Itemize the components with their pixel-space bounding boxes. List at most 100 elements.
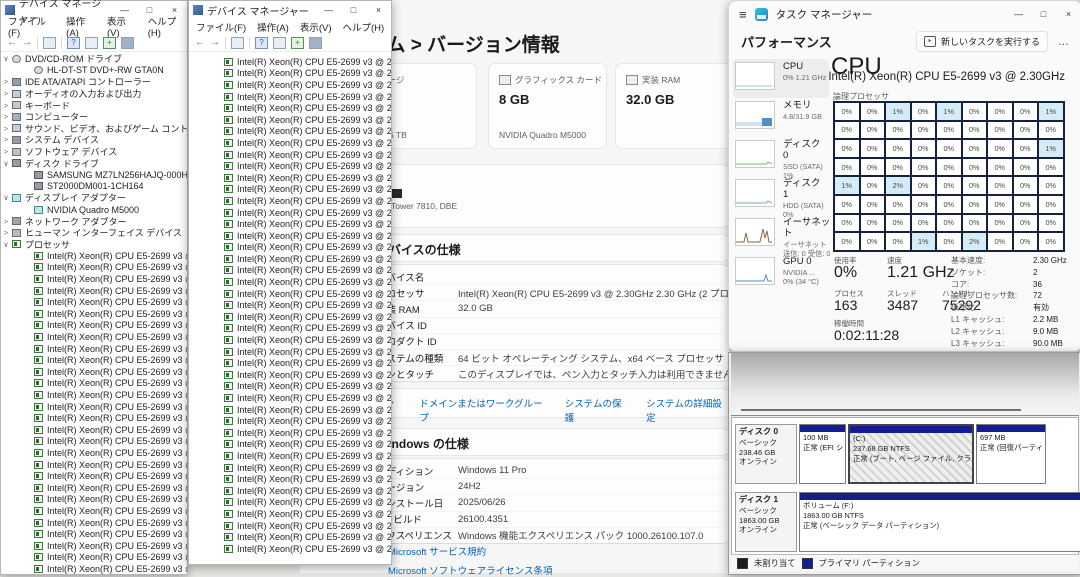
tree-item[interactable]: ∨ ディスク ドライブ bbox=[1, 157, 187, 169]
tree-item[interactable]: Intel(R) Xeon(R) CPU E5-2699 v3 @ 2.30GH… bbox=[1, 436, 187, 448]
tree-item[interactable]: SAMSUNG MZ7LN256HAJQ-000H1 bbox=[1, 169, 187, 181]
tree-item[interactable]: Intel(R) Xeon(R) CPU E5-2699 v3 @ 2.30GH… bbox=[189, 288, 391, 300]
tree-item[interactable]: Intel(R) Xeon(R) CPU E5-2699 v3 @ 2.30GH… bbox=[189, 172, 391, 184]
expand-icon[interactable]: > bbox=[1, 135, 11, 144]
tree-item[interactable]: > ネットワーク アダプター bbox=[1, 215, 187, 227]
tree-item[interactable]: Intel(R) Xeon(R) CPU E5-2699 v3 @ 2.30GH… bbox=[1, 482, 187, 494]
tree-item[interactable]: Intel(R) Xeon(R) CPU E5-2699 v3 @ 2.30GH… bbox=[189, 126, 391, 138]
tree-item[interactable]: Intel(R) Xeon(R) CPU E5-2699 v3 @ 2.30GH… bbox=[189, 334, 391, 346]
tree-item[interactable]: Intel(R) Xeon(R) CPU E5-2699 v3 @ 2.30GH… bbox=[189, 242, 391, 254]
tree-item[interactable]: Intel(R) Xeon(R) CPU E5-2699 v3 @ 2.30GH… bbox=[189, 160, 391, 172]
tree-item[interactable]: Intel(R) Xeon(R) CPU E5-2699 v3 @ 2.30GH… bbox=[189, 392, 391, 404]
tree-item[interactable]: Intel(R) Xeon(R) CPU E5-2699 v3 @ 2.30GH… bbox=[189, 218, 391, 230]
forward-icon[interactable]: → bbox=[210, 37, 220, 48]
tree-item[interactable]: Intel(R) Xeon(R) CPU E5-2699 v3 @ 2.30GH… bbox=[189, 497, 391, 509]
spec-card[interactable]: グラフィックス カード 8 GB NVIDIA Quadro M5000 bbox=[488, 63, 607, 149]
tree-item[interactable]: Intel(R) Xeon(R) CPU E5-2699 v3 @ 2.30GH… bbox=[1, 320, 187, 332]
tree-item[interactable]: Intel(R) Xeon(R) CPU E5-2699 v3 @ 2.30GH… bbox=[1, 250, 187, 262]
expand-icon[interactable]: > bbox=[1, 112, 11, 121]
footer-link[interactable]: Microsoft ソフトウェアライセンス条項 bbox=[388, 563, 552, 577]
tree-item[interactable]: Intel(R) Xeon(R) CPU E5-2699 v3 @ 2.30GH… bbox=[189, 68, 391, 80]
computer-icon[interactable] bbox=[309, 36, 322, 49]
minimize-button[interactable]: — bbox=[1006, 6, 1031, 23]
tree-item[interactable]: Intel(R) Xeon(R) CPU E5-2699 v3 @ 2.30GH… bbox=[189, 404, 391, 416]
tree-item[interactable]: Intel(R) Xeon(R) CPU E5-2699 v3 @ 2.30GH… bbox=[1, 378, 187, 390]
collapse-icon[interactable]: ∨ bbox=[1, 54, 11, 63]
menu-item[interactable]: ヘルプ(H) bbox=[148, 14, 187, 39]
tree-item[interactable]: Intel(R) Xeon(R) CPU E5-2699 v3 @ 2.30GH… bbox=[1, 331, 187, 343]
expand-icon[interactable]: > bbox=[1, 124, 11, 133]
tree-item[interactable]: Intel(R) Xeon(R) CPU E5-2699 v3 @ 2.30GH… bbox=[1, 494, 187, 506]
tree-item[interactable]: Intel(R) Xeon(R) CPU E5-2699 v3 @ 2.30GH… bbox=[1, 285, 187, 297]
tree-item[interactable]: Intel(R) Xeon(R) CPU E5-2699 v3 @ 2.30GH… bbox=[1, 401, 187, 413]
help-icon[interactable]: ? bbox=[255, 36, 268, 49]
minimize-button[interactable]: — bbox=[316, 2, 341, 19]
tree-item[interactable]: NVIDIA Quadro M5000 bbox=[1, 204, 187, 216]
more-options-button[interactable]: … bbox=[1058, 36, 1069, 48]
tree-item[interactable]: Intel(R) Xeon(R) CPU E5-2699 v3 @ 2.30GH… bbox=[189, 184, 391, 196]
tree-item[interactable]: Intel(R) Xeon(R) CPU E5-2699 v3 @ 2.30GH… bbox=[189, 462, 391, 474]
tree-item[interactable]: Intel(R) Xeon(R) CPU E5-2699 v3 @ 2.30GH… bbox=[189, 346, 391, 358]
tree-item[interactable]: Intel(R) Xeon(R) CPU E5-2699 v3 @ 2.30GH… bbox=[1, 389, 187, 401]
back-icon[interactable]: ← bbox=[7, 37, 17, 48]
tree-item[interactable]: Intel(R) Xeon(R) CPU E5-2699 v3 @ 2.30GH… bbox=[1, 354, 187, 366]
expand-icon[interactable]: > bbox=[1, 217, 11, 226]
related-link[interactable]: システムの保護 bbox=[565, 396, 629, 424]
tree-item[interactable]: > IDE ATA/ATAPI コントローラー bbox=[1, 76, 187, 88]
tree-item[interactable]: > オーディオの入力および出力 bbox=[1, 88, 187, 100]
tree-item[interactable]: Intel(R) Xeon(R) CPU E5-2699 v3 @ 2.30GH… bbox=[189, 137, 391, 149]
sidebar-item-ディスク1[interactable]: ディスク 1 HDD (SATA) 0% bbox=[733, 176, 829, 219]
tree-item[interactable]: Intel(R) Xeon(R) CPU E5-2699 v3 @ 2.30GH… bbox=[189, 195, 391, 207]
tree-item[interactable]: Intel(R) Xeon(R) CPU E5-2699 v3 @ 2.30GH… bbox=[189, 253, 391, 265]
tree-item[interactable]: Intel(R) Xeon(R) CPU E5-2699 v3 @ 2.30GH… bbox=[189, 149, 391, 161]
tree-item[interactable]: Intel(R) Xeon(R) CPU E5-2699 v3 @ 2.30GH… bbox=[189, 56, 391, 68]
tree-item[interactable]: Intel(R) Xeon(R) CPU E5-2699 v3 @ 2.30GH… bbox=[189, 323, 391, 335]
menu-item[interactable]: ファイル(F) bbox=[8, 14, 55, 39]
tree-item[interactable]: Intel(R) Xeon(R) CPU E5-2699 v3 @ 2.30GH… bbox=[189, 508, 391, 520]
tree-item[interactable]: Intel(R) Xeon(R) CPU E5-2699 v3 @ 2.30GH… bbox=[189, 230, 391, 242]
tree-item[interactable]: ∨ プロセッサ bbox=[1, 239, 187, 251]
volume-list-pane[interactable] bbox=[731, 353, 1079, 416]
menu-item[interactable]: 表示(V) bbox=[107, 14, 137, 39]
tree-item[interactable]: Intel(R) Xeon(R) CPU E5-2699 v3 @ 2.30GH… bbox=[189, 79, 391, 91]
related-link[interactable]: システムの詳細設定 bbox=[646, 396, 729, 424]
hamburger-menu-icon[interactable]: ≡ bbox=[739, 7, 747, 22]
maximize-button[interactable]: □ bbox=[341, 2, 366, 19]
tree-item[interactable]: Intel(R) Xeon(R) CPU E5-2699 v3 @ 2.30GH… bbox=[189, 299, 391, 311]
tree-item[interactable]: > システム デバイス bbox=[1, 134, 187, 146]
tree-item[interactable]: Intel(R) Xeon(R) CPU E5-2699 v3 @ 2.30GH… bbox=[1, 296, 187, 308]
spec-card[interactable]: 実装 RAM 32.0 GB bbox=[615, 63, 737, 149]
refresh-icon[interactable]: + bbox=[291, 36, 304, 49]
partition[interactable]: 100 MB 正常 (EFI シ bbox=[799, 424, 846, 484]
properties-icon[interactable] bbox=[273, 36, 286, 49]
tree-item[interactable]: ST2000DM001-1CH164 bbox=[1, 181, 187, 193]
tree-item[interactable]: > キーボード bbox=[1, 99, 187, 111]
sidebar-item-イーサネット[interactable]: イーサネット イーサネット 送信: 0 受信: 0 bbox=[733, 215, 830, 258]
tree-item[interactable]: Intel(R) Xeon(R) CPU E5-2699 v3 @ 2.30GH… bbox=[1, 366, 187, 378]
close-button[interactable]: × bbox=[1056, 6, 1080, 23]
disk-label-cell[interactable]: ディスク 1 ベーシック 1863.00 GB オンライン bbox=[735, 492, 797, 552]
tree-item[interactable]: Intel(R) Xeon(R) CPU E5-2699 v3 @ 2.30GH… bbox=[189, 207, 391, 219]
tree-item[interactable]: > ヒューマン インターフェイス デバイス bbox=[1, 227, 187, 239]
disk-label-cell[interactable]: ディスク 0 ベーシック 238.46 GB オンライン bbox=[735, 424, 797, 484]
tree-item[interactable]: Intel(R) Xeon(R) CPU E5-2699 v3 @ 2.30GH… bbox=[189, 543, 391, 555]
tree-item[interactable]: Intel(R) Xeon(R) CPU E5-2699 v3 @ 2.30GH… bbox=[1, 505, 187, 517]
tree-item[interactable]: > ソフトウェア デバイス bbox=[1, 146, 187, 158]
help-icon[interactable]: ? bbox=[67, 36, 80, 49]
sidebar-item-メモリ[interactable]: メモリ 4.8/31.9 GB bbox=[733, 98, 829, 137]
tree-item[interactable]: Intel(R) Xeon(R) CPU E5-2699 v3 @ 2.30GH… bbox=[189, 369, 391, 381]
tree-item[interactable]: Intel(R) Xeon(R) CPU E5-2699 v3 @ 2.30GH… bbox=[1, 343, 187, 355]
tree-item[interactable]: Intel(R) Xeon(R) CPU E5-2699 v3 @ 2.30GH… bbox=[189, 485, 391, 497]
menu-item[interactable]: ファイル(F) bbox=[196, 20, 246, 34]
tree-item[interactable]: >サウンド、ビデオ、およびゲーム コントローラー bbox=[1, 123, 187, 135]
menu-item[interactable]: ヘルプ(H) bbox=[342, 20, 384, 34]
collapse-icon[interactable]: ∨ bbox=[1, 240, 11, 249]
tree-item[interactable]: HL-DT-ST DVD+-RW GTA0N bbox=[1, 65, 187, 77]
refresh-icon[interactable]: + bbox=[103, 36, 116, 49]
tree-item[interactable]: Intel(R) Xeon(R) CPU E5-2699 v3 @ 2.30GH… bbox=[189, 531, 391, 543]
maximize-button[interactable]: □ bbox=[1031, 6, 1056, 23]
expand-icon[interactable]: > bbox=[1, 147, 11, 156]
sidebar-item-ディスク0[interactable]: ディスク 0 SSD (SATA) 1% bbox=[733, 137, 829, 180]
tree-item[interactable]: Intel(R) Xeon(R) CPU E5-2699 v3 @ 2.30GH… bbox=[189, 427, 391, 439]
properties-icon[interactable] bbox=[85, 36, 98, 49]
